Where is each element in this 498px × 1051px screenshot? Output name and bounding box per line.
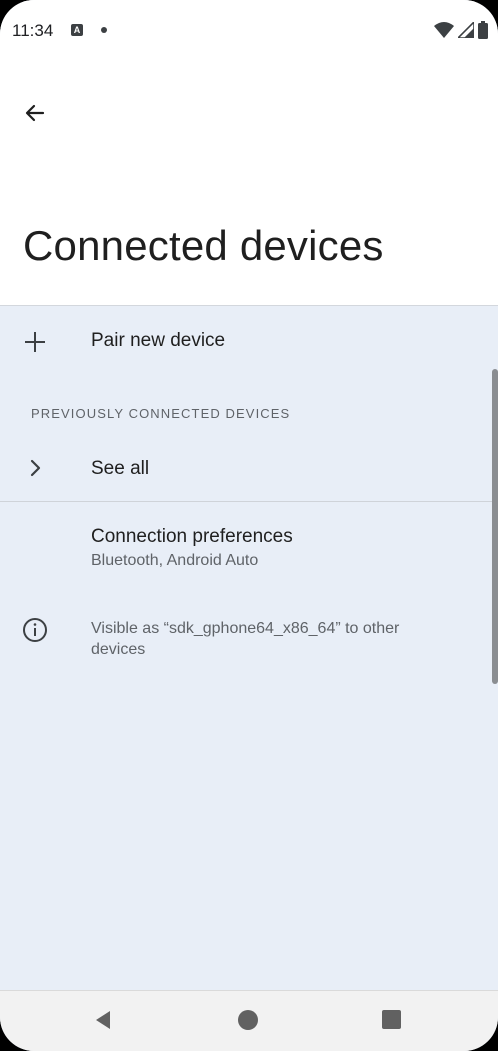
scrollbar[interactable] <box>492 369 498 684</box>
pair-new-device-label: Pair new device <box>91 330 226 351</box>
status-time: 11:34 <box>12 21 54 40</box>
notification-dot-icon <box>101 27 107 33</box>
a-icon: A <box>71 24 83 36</box>
see-all-label: See all <box>91 458 150 479</box>
section-divider <box>0 501 498 502</box>
back-button[interactable] <box>16 94 54 132</box>
plus-icon <box>25 332 45 352</box>
phone-screen: 11:34 A Connected devices Pair new devic… <box>0 0 498 1051</box>
previously-connected-header: PREVIOUSLY CONNECTED DEVICES <box>31 406 291 421</box>
see-all-item[interactable]: See all <box>0 444 498 494</box>
chevron-right-icon <box>30 459 41 477</box>
nav-recents-icon[interactable] <box>382 1010 401 1029</box>
connection-preferences-item[interactable] <box>0 510 498 590</box>
page-title: Connected devices <box>23 222 384 269</box>
info-icon <box>23 618 47 642</box>
signal-icon <box>458 22 474 38</box>
arrow-back-icon <box>25 104 45 122</box>
pair-new-device-item[interactable]: Pair new device <box>0 314 498 370</box>
connection-preferences-subtitle: Bluetooth, Android Auto <box>91 552 259 569</box>
nav-home-icon[interactable] <box>238 1010 258 1030</box>
nav-back-icon[interactable] <box>92 1008 116 1032</box>
visibility-info-text: Visible as “sdk_gphone64_x86_64” to othe… <box>91 620 400 658</box>
battery-icon <box>478 21 488 39</box>
status-bar: 11:34 A <box>0 0 498 60</box>
header-divider <box>0 305 498 306</box>
wifi-icon <box>434 22 454 38</box>
connection-preferences-title: Connection preferences <box>91 526 293 547</box>
